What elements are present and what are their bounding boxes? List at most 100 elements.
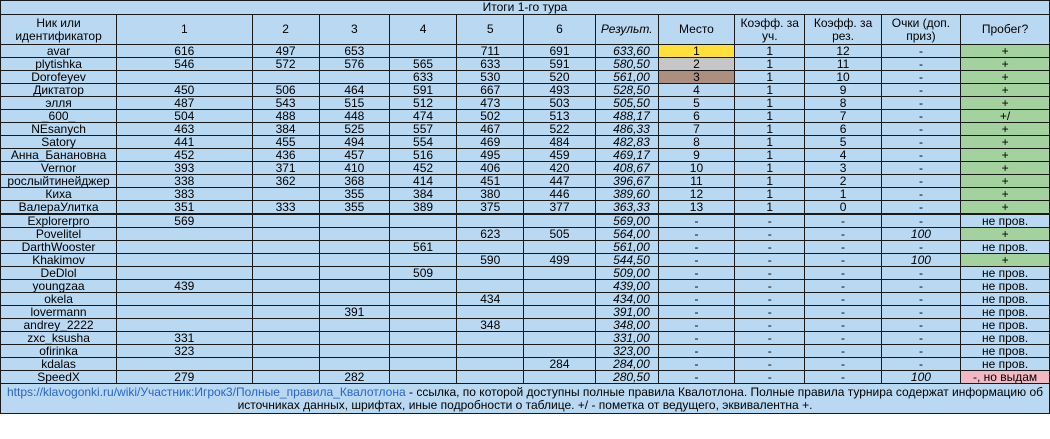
round-5-score: 473 xyxy=(456,96,525,110)
player-name: youngzaa xyxy=(0,279,118,293)
table-row: SpeedX 279 282 280,50- - -100 -, но выдам xyxy=(0,370,1050,384)
coef-participation-value: 1 xyxy=(734,161,806,175)
round-4-score xyxy=(388,331,458,345)
table-row: andrey_2222 348 348,00- - - - не пров. xyxy=(0,318,1050,332)
round-6-score xyxy=(523,318,596,332)
result-value: 544,50 xyxy=(594,253,659,267)
player-name: _600_ xyxy=(0,109,118,123)
results-table: Итоги 1-го тура Ник или идентификатор 1 … xyxy=(0,0,1050,414)
coef-result-value: 2 xyxy=(804,174,882,188)
round-4-score xyxy=(388,44,458,58)
points-value: 100 xyxy=(880,227,962,241)
footer-note: https://klavogonki.ru/wiki/Участник:Игро… xyxy=(0,383,1050,414)
round-4-score xyxy=(388,292,458,306)
table-row: zxc_ksusha 331 331,00- - - - не пров. xyxy=(0,331,1050,345)
round-5-score xyxy=(456,266,525,280)
place-value: - xyxy=(657,331,736,345)
run-status: + xyxy=(960,83,1050,97)
table-row: рослыйтинейджер 338 362 368 414 451 447 396,67 1… xyxy=(0,174,1050,188)
coef-result-value: - xyxy=(804,344,882,358)
round-2-score: 543 xyxy=(251,96,320,110)
place-value: 9 xyxy=(657,148,736,162)
round-3-score: 525 xyxy=(318,122,390,136)
table-row: DarthWooster 561 561,00- - - - не пров. xyxy=(0,240,1050,254)
round-4-score: 633 xyxy=(388,70,458,84)
coef-participation-value: - xyxy=(734,240,806,254)
result-value: 509,00 xyxy=(594,266,659,280)
round-2-score xyxy=(251,305,320,319)
run-status: + xyxy=(960,187,1050,201)
round-4-score: 565 xyxy=(388,57,458,71)
round-2-score: 333 xyxy=(251,200,320,215)
result-value: 323,00 xyxy=(594,344,659,358)
run-status: + xyxy=(960,44,1050,58)
player-name: Povelitel xyxy=(0,227,118,241)
round-6-score: 420 xyxy=(523,161,596,175)
header-result: Результ. xyxy=(594,14,659,45)
round-4-score xyxy=(388,227,458,241)
round-6-score: 513 xyxy=(523,109,596,123)
round-3-score: 410 xyxy=(318,161,390,175)
round-1-score xyxy=(116,305,253,319)
points-value: - xyxy=(880,331,962,345)
coef-participation-value: - xyxy=(734,318,806,332)
round-5-score xyxy=(456,344,525,358)
table-row: элля 487 543 515 512 473 503 505,50 5 1 8- + xyxy=(0,96,1050,110)
points-value: - xyxy=(880,96,962,110)
place-value: - xyxy=(657,227,736,241)
round-5-score: 469 xyxy=(456,135,525,149)
round-2-score: 371 xyxy=(251,161,320,175)
result-value: 391,00 xyxy=(594,305,659,319)
round-1-score: 616 xyxy=(116,44,253,58)
player-name: zxc_ksusha xyxy=(0,331,118,345)
round-2-score xyxy=(251,370,320,384)
round-1-score: 546 xyxy=(116,57,253,71)
player-name: элля xyxy=(0,96,118,110)
points-value: 100 xyxy=(880,370,962,384)
player-name: lovermann xyxy=(0,305,118,319)
round-1-score xyxy=(116,292,253,306)
place-value: 2 xyxy=(657,57,736,71)
rules-link[interactable]: https://klavogonki.ru/wiki/Участник:Игро… xyxy=(7,385,406,399)
header-round-5: 5 xyxy=(456,14,525,45)
round-5-score: 495 xyxy=(456,148,525,162)
round-2-score: 572 xyxy=(251,57,320,71)
round-3-score: 355 xyxy=(318,187,390,201)
round-2-score xyxy=(251,70,320,84)
coef-result-value: - xyxy=(804,227,882,241)
round-4-score xyxy=(388,305,458,319)
place-value: - xyxy=(657,370,736,384)
round-5-score: 667 xyxy=(456,83,525,97)
run-status: не пров. xyxy=(960,357,1050,371)
result-value: 434,00 xyxy=(594,292,659,306)
coef-result-value: - xyxy=(804,305,882,319)
table-row: Диктатор 450 506 464 591 667 493 528,50 4 1 9- + xyxy=(0,83,1050,97)
place-value: - xyxy=(657,279,736,293)
round-3-score xyxy=(318,240,390,254)
run-status: не пров. xyxy=(960,292,1050,306)
round-1-score: 441 xyxy=(116,135,253,149)
place-value: - xyxy=(657,305,736,319)
round-6-score xyxy=(523,331,596,345)
round-5-score: 375 xyxy=(456,200,525,215)
points-value: - xyxy=(880,148,962,162)
round-3-score: 282 xyxy=(318,370,390,384)
run-status: + xyxy=(960,161,1050,175)
result-value: 331,00 xyxy=(594,331,659,345)
result-value: 569,00 xyxy=(594,213,659,228)
run-status: не пров. xyxy=(960,279,1050,293)
coef-participation-value: 1 xyxy=(734,57,806,71)
player-name: DarthWooster xyxy=(0,240,118,254)
round-1-score: 351 xyxy=(116,200,253,215)
round-5-score: 623 xyxy=(456,227,525,241)
run-status: не пров. xyxy=(960,331,1050,345)
round-6-score: 484 xyxy=(523,135,596,149)
round-2-score xyxy=(251,266,320,280)
title-row: Итоги 1-го тура xyxy=(0,0,1050,15)
round-3-score xyxy=(318,331,390,345)
coef-result-value: 6 xyxy=(804,122,882,136)
round-3-score: 653 xyxy=(318,44,390,58)
points-value: - xyxy=(880,266,962,280)
round-4-score: 561 xyxy=(388,240,458,254)
place-value: 4 xyxy=(657,83,736,97)
